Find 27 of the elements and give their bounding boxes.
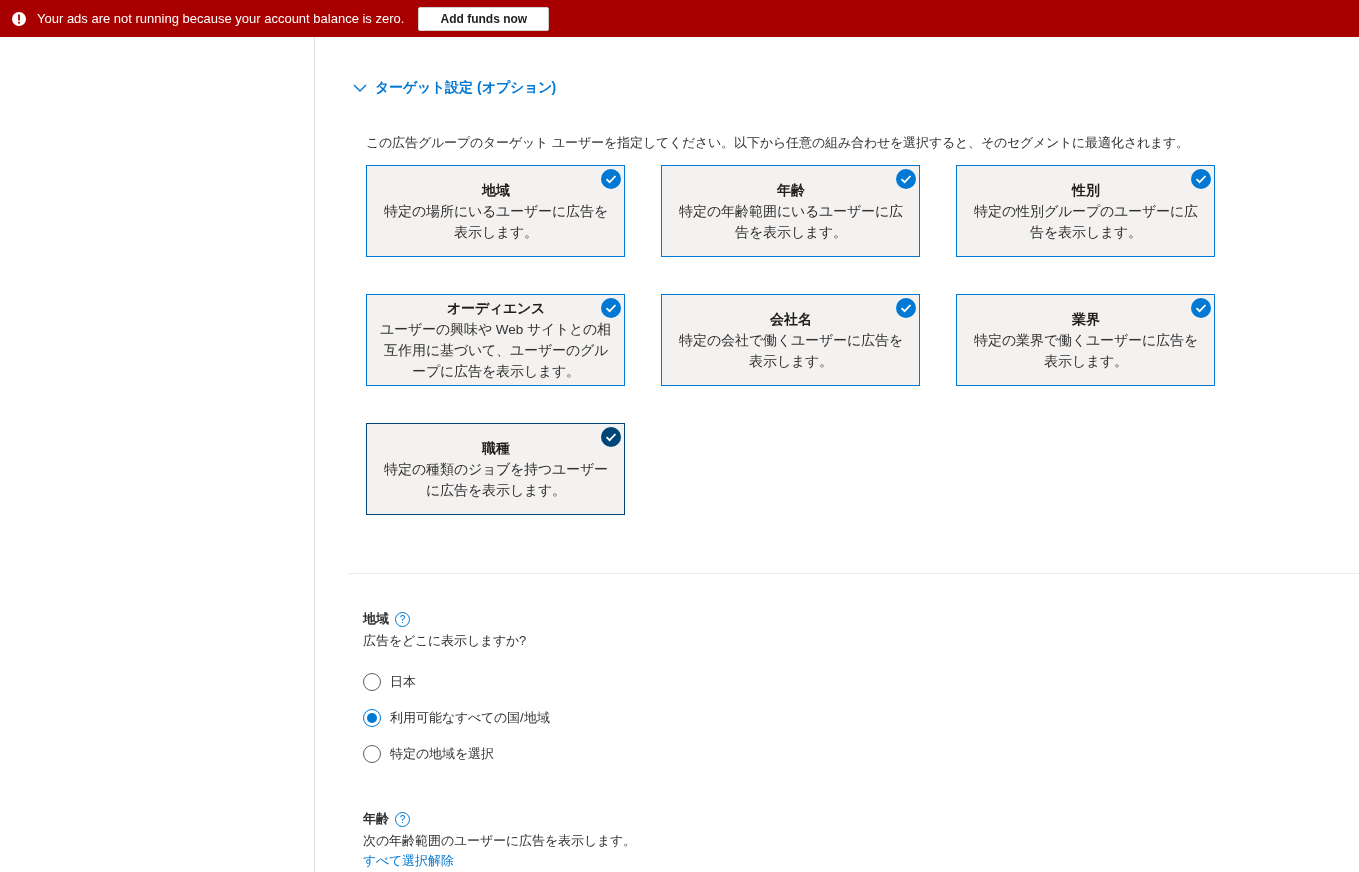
radio-label[interactable]: 特定の地域を選択 <box>390 745 494 763</box>
targeting-card[interactable]: 地域 特定の場所にいるユーザーに広告を表示します。 <box>366 165 625 257</box>
checkmark-icon <box>896 298 916 318</box>
targeting-card[interactable]: 業界 特定の業界で働くユーザーに広告を表示します。 <box>956 294 1215 386</box>
checkmark-icon <box>601 298 621 318</box>
checkmark-icon <box>601 169 621 189</box>
field-question: 広告をどこに表示しますか? <box>363 632 528 650</box>
checkmark-icon <box>1191 298 1211 318</box>
alert-icon <box>11 10 27 27</box>
targeting-card[interactable]: 職種 特定の種類のジョブを持つユーザーに広告を表示します。 <box>366 423 625 515</box>
radio-label[interactable]: 利用可能なすべての国/地域 <box>390 709 550 727</box>
alert-message: Your ads are not running because your account balance is zero. <box>37 11 405 26</box>
radio-label[interactable]: 日本 <box>390 673 416 691</box>
deselect-all-link[interactable]: すべて選択解除 <box>363 852 454 870</box>
field-label: 地域 <box>363 610 389 628</box>
targeting-card[interactable]: 性別 特定の性別グループのユーザーに広告を表示します。 <box>956 165 1215 257</box>
field-label: 年齢 <box>363 810 389 828</box>
checkmark-icon <box>1191 169 1211 189</box>
add-funds-button[interactable]: Add funds now <box>418 6 550 31</box>
targeting-card[interactable]: 会社名 特定の会社で働くユーザーに広告を表示します。 <box>661 294 920 386</box>
section-toggle[interactable]: ターゲット設定 (オプション) <box>352 79 557 97</box>
checkmark-icon <box>896 169 916 189</box>
targeting-card[interactable]: 年齢 特定の年齢範囲にいるユーザーに広告を表示します。 <box>661 165 920 257</box>
section-description: この広告グループのターゲット ユーザーを指定してください。以下から任意の組み合わせを選択すると、そのセグメントに最適化されます。 <box>366 134 1190 152</box>
targeting-card[interactable]: オーディエンス ユーザーの興味や Web サイトとの相互作用に基づいて、ユーザーのグループに広告を表示します。 <box>366 294 625 386</box>
checkmark-icon <box>601 427 621 447</box>
field-description: 次の年齢範囲のユーザーに広告を表示します。 <box>363 832 637 850</box>
